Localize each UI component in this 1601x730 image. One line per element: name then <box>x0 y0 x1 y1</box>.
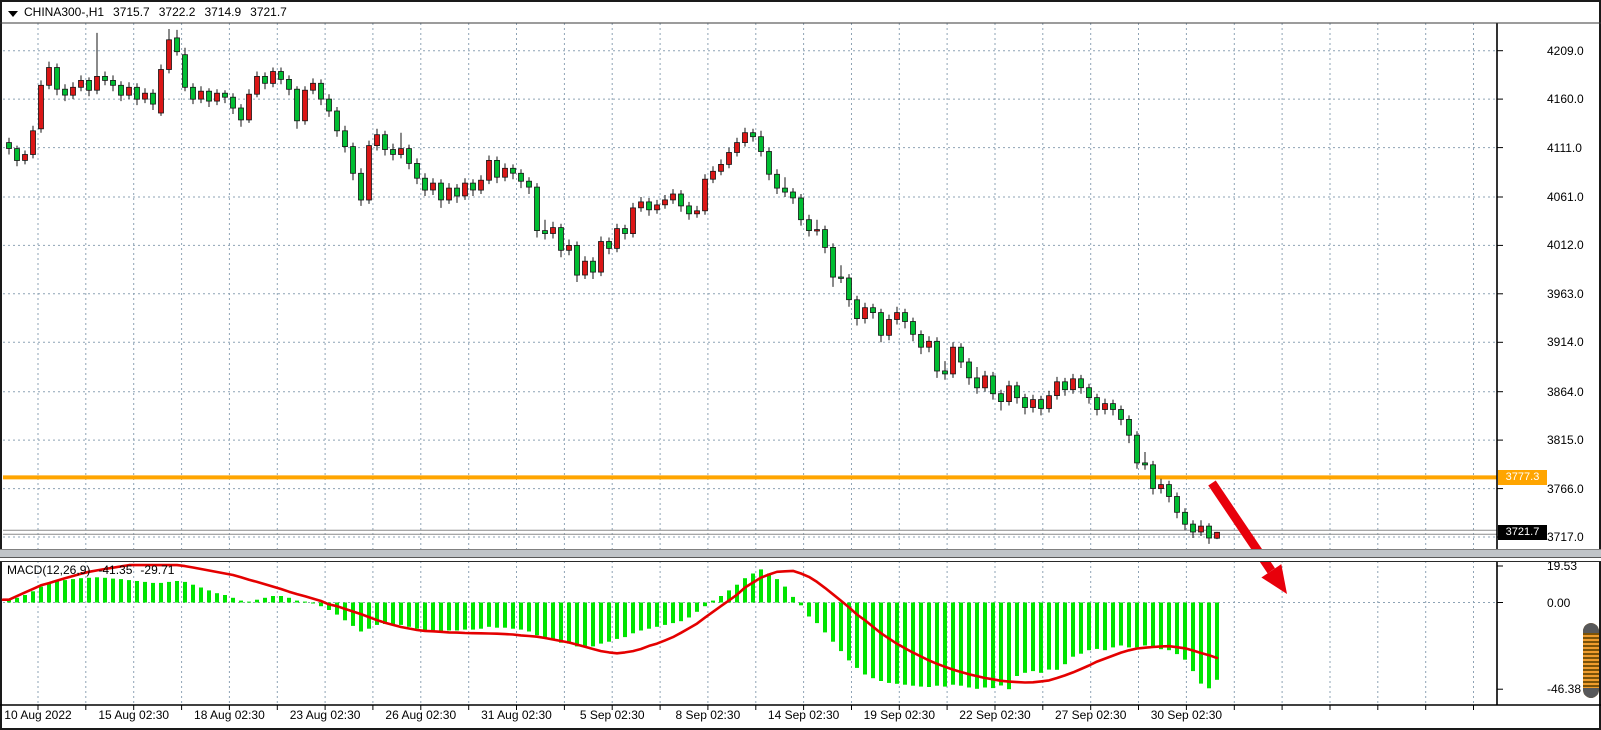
price-axis-label: 3766.0 <box>1547 482 1584 496</box>
last-price-line <box>3 530 1497 534</box>
price-axis-label: 4160.0 <box>1547 92 1584 106</box>
time-axis-label: 8 Sep 02:30 <box>653 708 763 722</box>
price-axis-label: 4111.0 <box>1547 141 1582 155</box>
chart-header: CHINA300-,H1 3715.7 3722.2 3714.9 3721.7 <box>8 5 287 20</box>
time-axis-label: 22 Sep 02:30 <box>940 708 1050 722</box>
time-axis-label: 23 Aug 02:30 <box>270 708 380 722</box>
time-axis-label: 5 Sep 02:30 <box>557 708 667 722</box>
macd-histogram <box>7 569 1219 689</box>
orange-price-badge: 3777.3 <box>1498 470 1547 485</box>
price-axis-label: 3717.0 <box>1547 530 1584 544</box>
symbol-title: CHINA300-,H1 <box>24 5 104 19</box>
macd-axis-label: 0.00 <box>1547 596 1570 610</box>
macd-main-value: -41.35 <box>98 563 132 577</box>
time-axis-label: 27 Sep 02:30 <box>1036 708 1146 722</box>
scrollbar-cap-top <box>1583 623 1599 633</box>
last-price-badge: 3721.7 <box>1498 525 1547 540</box>
time-axis-label: 15 Aug 02:30 <box>79 708 189 722</box>
candles <box>7 29 1220 544</box>
macd-axis-label: -46.38 <box>1547 682 1581 696</box>
price-axis-label: 4209.0 <box>1547 44 1584 58</box>
macd-name: MACD(12,26,9) <box>7 563 90 577</box>
price-axis-label: 3815.0 <box>1547 433 1584 447</box>
price-axis-label: 3963.0 <box>1547 287 1584 301</box>
ohlc-high: 3722.2 <box>159 5 196 19</box>
time-axis-label: 31 Aug 02:30 <box>462 708 572 722</box>
time-axis-label: 30 Sep 02:30 <box>1131 708 1241 722</box>
chart-canvas[interactable] <box>0 0 1601 730</box>
chart-window: CHINA300-,H1 3715.7 3722.2 3714.9 3721.7 MAC… <box>0 0 1601 730</box>
time-axis-label: 19 Sep 02:30 <box>844 708 954 722</box>
scrollbar-thumb[interactable] <box>1583 623 1599 698</box>
symbol-dropdown-icon[interactable] <box>8 11 18 17</box>
pane-separator[interactable] <box>0 549 1601 562</box>
price-axis-label: 4061.0 <box>1547 190 1584 204</box>
trend-arrow <box>1212 483 1287 594</box>
price-axis-label: 4012.0 <box>1547 238 1584 252</box>
ohlc-open: 3715.7 <box>113 5 150 19</box>
ohlc-close: 3721.7 <box>250 5 287 19</box>
time-axis-label: 26 Aug 02:30 <box>366 708 476 722</box>
price-axis-label: 3864.0 <box>1547 385 1584 399</box>
price-axis-label: 3914.0 <box>1547 335 1584 349</box>
ohlc-low: 3714.9 <box>204 5 241 19</box>
macd-signal-value: -29.71 <box>140 563 174 577</box>
macd-indicator-label: MACD(12,26,9) -41.35 -29.71 <box>7 563 174 577</box>
time-axis-label: 18 Aug 02:30 <box>174 708 284 722</box>
time-axis-label: 14 Sep 02:30 <box>749 708 859 722</box>
